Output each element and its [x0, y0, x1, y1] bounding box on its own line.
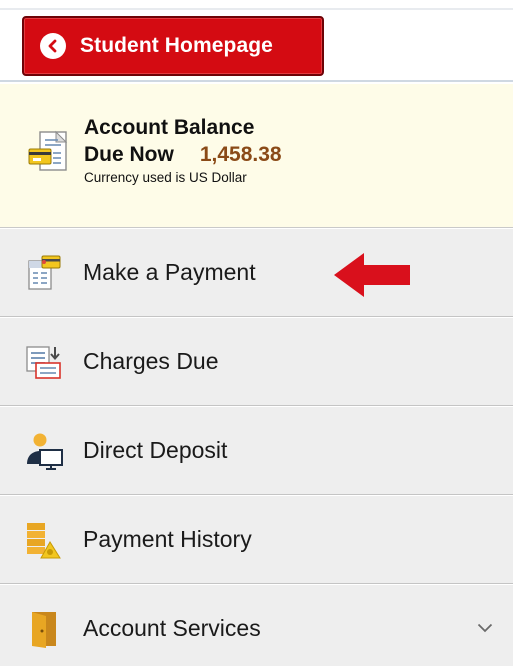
due-now-label: Due Now — [84, 143, 174, 166]
annotation-arrow-icon — [332, 251, 412, 304]
menu-item-payment-history[interactable]: Payment History — [0, 496, 513, 584]
menu-item-charges-due[interactable]: Charges Due — [0, 318, 513, 406]
due-now-amount: 1,458.38 — [199, 143, 282, 166]
direct-deposit-icon — [24, 431, 64, 471]
account-balance-icon — [28, 130, 72, 181]
payment-history-icon — [24, 520, 64, 560]
menu-item-label: Direct Deposit — [83, 437, 228, 463]
chevron-down-icon[interactable] — [477, 620, 493, 638]
account-balance-title: Account Balance — [84, 116, 255, 139]
menu-item-label: Account Services — [83, 615, 261, 641]
charges-due-icon — [24, 342, 64, 382]
menu-item-account-services[interactable]: Account Services — [0, 585, 513, 666]
account-balance-panel: Account Balance Due Now 1,458.38 Currency… — [0, 84, 513, 228]
menu-item-make-a-payment[interactable]: Make a Payment — [0, 229, 513, 317]
currency-note: Currency used is US Dollar — [84, 170, 247, 185]
student-homepage-button[interactable]: Student Homepage — [22, 16, 324, 76]
menu-item-label: Payment History — [83, 526, 252, 552]
menu-item-label: Make a Payment — [83, 259, 256, 285]
due-now-row: Due Now 1,458.38 — [84, 143, 282, 167]
page-header: Student Homepage — [0, 10, 513, 82]
menu-item-label: Charges Due — [83, 348, 219, 374]
make-payment-icon — [24, 253, 64, 293]
back-chevron-icon — [40, 33, 66, 59]
account-services-icon — [24, 609, 64, 649]
student-homepage-label: Student Homepage — [80, 34, 273, 57]
top-strip — [0, 0, 513, 10]
menu-item-direct-deposit[interactable]: Direct Deposit — [0, 407, 513, 495]
